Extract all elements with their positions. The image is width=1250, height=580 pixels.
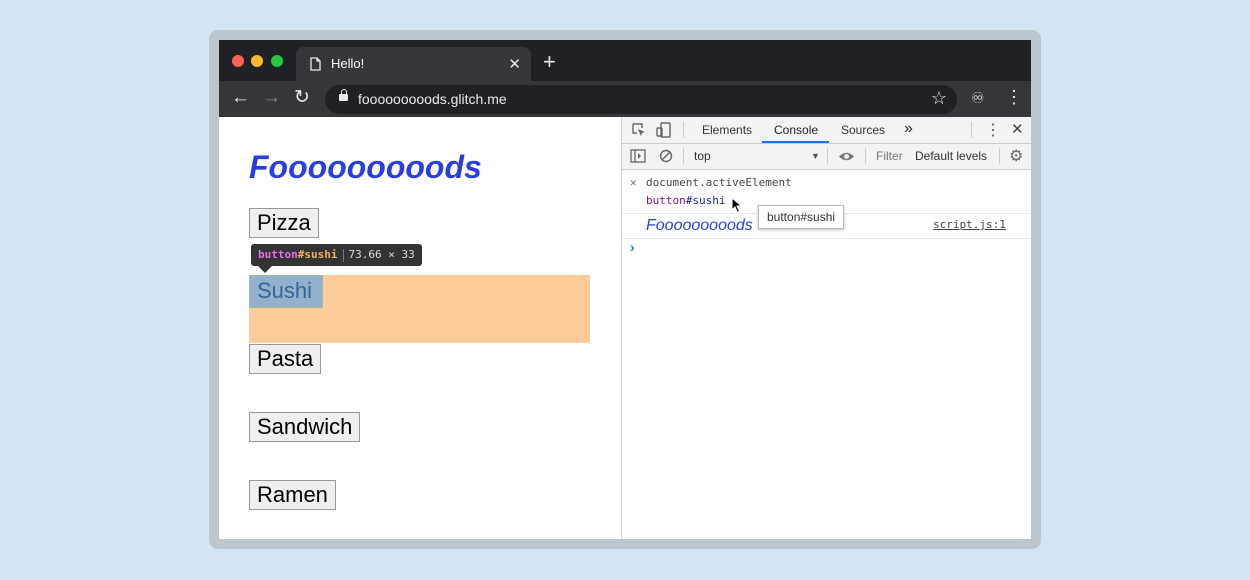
console-command: document.activeElement — [646, 176, 792, 189]
inspect-element-icon[interactable] — [632, 123, 646, 137]
tab-strip: Hello! ✕ + — [219, 40, 1031, 81]
tab-elements[interactable]: Elements — [702, 123, 752, 137]
browser-toolbar: ← → ↻ fooooooooods.glitch.me ☆ ♾ ⋮ — [219, 81, 1031, 117]
browser-menu-icon[interactable]: ⋮ — [1005, 87, 1023, 108]
console-log-source[interactable]: script.js:1 — [933, 218, 1006, 231]
tooltip-size: 73.66 × 33 — [348, 248, 415, 261]
close-devtools-icon[interactable]: ✕ — [1011, 120, 1024, 138]
toolbar-divider — [683, 148, 684, 164]
device-toolbar-icon[interactable] — [656, 122, 672, 138]
minimize-window-button[interactable] — [251, 55, 263, 67]
document-icon — [310, 57, 321, 71]
tooltip-arrow — [258, 266, 272, 273]
new-tab-button[interactable]: + — [543, 51, 556, 73]
clear-console-icon[interactable] — [659, 149, 673, 163]
sushi-button[interactable]: Sushi — [249, 275, 323, 308]
browser-window: Hello! ✕ + ← → ↻ fooooooooods.glitch.me … — [219, 40, 1031, 539]
devtools-tab-bar: Elements Console Sources » ⋮ ✕ — [622, 117, 1031, 144]
tooltip-id: #sushi — [297, 248, 338, 261]
mouse-cursor-icon — [731, 197, 743, 214]
more-tabs-icon[interactable]: » — [904, 120, 913, 138]
toolbar-divider — [999, 148, 1000, 164]
devtools-menu-icon[interactable]: ⋮ — [985, 120, 1001, 140]
incognito-icon[interactable]: ♾ — [971, 89, 984, 107]
tooltip-tag: button — [258, 248, 298, 261]
close-window-button[interactable] — [232, 55, 244, 67]
reload-icon[interactable]: ↻ — [294, 87, 310, 109]
chevron-down-icon[interactable]: ▼ — [811, 151, 820, 161]
sushi-button-label: Sushi — [257, 278, 313, 303]
pizza-button[interactable]: Pizza — [249, 208, 319, 238]
page-heading: Fooooooooods — [249, 149, 482, 185]
tab-sources[interactable]: Sources — [841, 123, 885, 137]
forward-arrow-icon[interactable]: → — [262, 87, 281, 109]
console-divider — [622, 238, 1031, 239]
toolbar-divider — [683, 122, 684, 138]
hover-tooltip: button#sushi — [758, 205, 845, 229]
tooltip-divider — [342, 248, 344, 262]
web-page: Fooooooooods Pizza Sushi button#sushi 73.… — [219, 117, 621, 539]
eye-icon[interactable] — [838, 151, 855, 162]
tab-console[interactable]: Console — [774, 123, 818, 137]
result-tag: button — [646, 194, 686, 207]
lock-icon — [339, 89, 348, 101]
console-prompt[interactable]: › — [630, 239, 635, 255]
toolbar-divider — [971, 122, 972, 138]
tab-title: Hello! — [331, 56, 365, 71]
command-close-icon[interactable]: ✕ — [630, 176, 637, 189]
close-tab-icon[interactable]: ✕ — [508, 55, 521, 73]
url-text[interactable]: fooooooooods.glitch.me — [358, 91, 507, 107]
bookmark-star-icon[interactable]: ☆ — [931, 88, 947, 109]
browser-tab[interactable]: Hello! ✕ — [296, 47, 531, 81]
console-result[interactable]: button#sushi — [646, 194, 726, 207]
devtools-panel: Elements Console Sources » ⋮ ✕ top ▼ Fil… — [621, 117, 1031, 539]
address-bar[interactable]: fooooooooods.glitch.me ☆ — [325, 85, 957, 114]
result-id: #sushi — [685, 194, 726, 207]
filter-input[interactable]: Filter — [876, 149, 903, 163]
context-select[interactable]: top — [694, 149, 711, 163]
toolbar-divider — [827, 148, 828, 164]
console-log-output: Fooooooooods — [646, 217, 753, 234]
toolbar-divider — [865, 148, 866, 164]
levels-dropdown[interactable]: Default levels — [915, 149, 987, 163]
sandwich-button[interactable]: Sandwich — [249, 412, 361, 442]
ramen-button[interactable]: Ramen — [249, 480, 336, 510]
console-toolbar: top ▼ Filter Default levels ⚙ — [622, 144, 1031, 170]
sidebar-toggle-icon[interactable] — [630, 149, 646, 163]
pasta-button[interactable]: Pasta — [249, 344, 322, 374]
zoom-window-button[interactable] — [271, 55, 283, 67]
gear-icon[interactable]: ⚙ — [1009, 146, 1023, 166]
back-arrow-icon[interactable]: ← — [231, 87, 250, 109]
active-tab-indicator — [762, 141, 829, 143]
inspect-tooltip: button#sushi 73.66 × 33 — [251, 244, 422, 266]
